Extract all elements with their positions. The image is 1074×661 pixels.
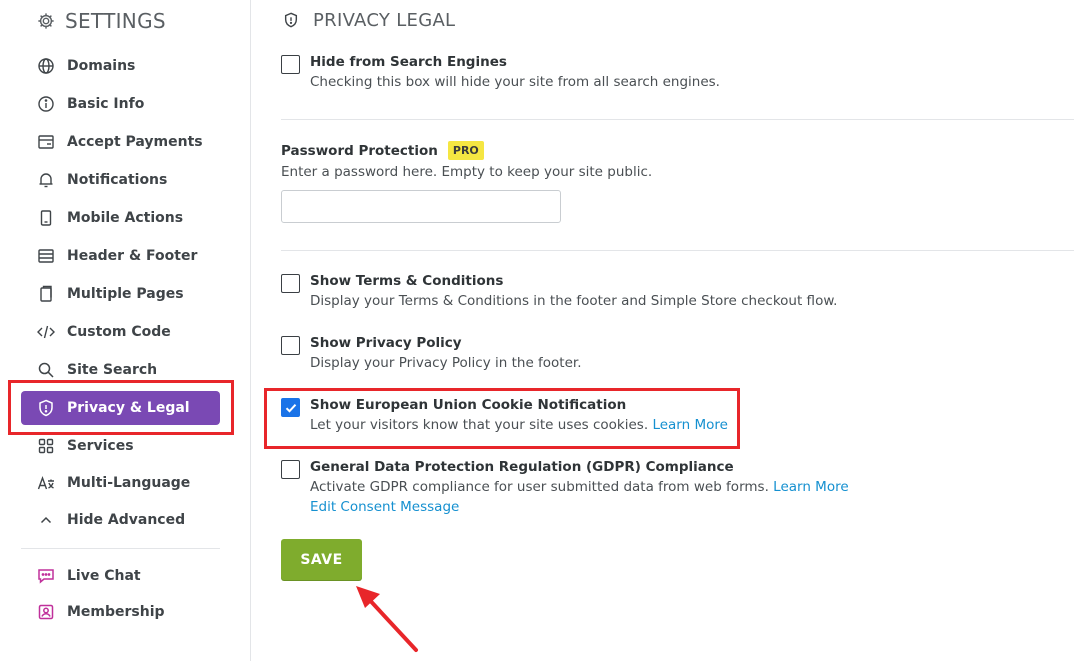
sidebar-item-label: Accept Payments bbox=[67, 134, 203, 150]
search-icon bbox=[37, 361, 55, 379]
gdpr-desc: Activate GDPR compliance for user submit… bbox=[310, 479, 769, 495]
red-arrow-annotation bbox=[356, 586, 418, 652]
gdpr-checkbox[interactable] bbox=[281, 460, 300, 479]
privacy-policy-setting: Show Privacy Policy Display your Privacy… bbox=[281, 335, 582, 371]
hide-search-title: Hide from Search Engines bbox=[310, 54, 507, 70]
gdpr-setting: General Data Protection Regulation (GDPR… bbox=[281, 459, 849, 515]
terms-desc: Display your Terms & Conditions in the f… bbox=[310, 293, 838, 309]
chat-icon bbox=[37, 567, 55, 585]
sidebar-item-multiple-pages[interactable]: Multiple Pages bbox=[21, 277, 220, 311]
gdpr-learn-more-link[interactable]: Learn More bbox=[773, 479, 849, 495]
sidebar-item-multi-language[interactable]: Multi-Language bbox=[21, 466, 220, 500]
sidebar-item-membership[interactable]: Membership bbox=[21, 595, 220, 629]
sidebar-item-label: Services bbox=[67, 438, 134, 454]
sidebar-item-label: Custom Code bbox=[67, 324, 171, 340]
layout-icon bbox=[37, 247, 55, 265]
info-icon bbox=[37, 95, 55, 113]
sidebar-divider bbox=[21, 548, 220, 549]
pro-badge: PRO bbox=[447, 141, 484, 160]
privacy-policy-desc: Display your Privacy Policy in the foote… bbox=[310, 355, 582, 371]
sidebar-item-label: Domains bbox=[67, 58, 136, 74]
membership-icon bbox=[37, 603, 55, 621]
settings-header: SETTINGS bbox=[37, 8, 166, 34]
settings-title: SETTINGS bbox=[65, 9, 166, 33]
terms-title: Show Terms & Conditions bbox=[310, 273, 504, 289]
edit-consent-message-link[interactable]: Edit Consent Message bbox=[310, 499, 849, 515]
sidebar-item-label: Header & Footer bbox=[67, 248, 198, 264]
sidebar-item-label: Site Search bbox=[67, 362, 158, 378]
eu-cookie-highlight-box bbox=[264, 388, 740, 449]
sidebar-item-label: Basic Info bbox=[67, 96, 145, 112]
section-divider bbox=[281, 250, 1074, 251]
sidebar-item-label: Membership bbox=[67, 604, 165, 620]
sidebar-item-accept-payments[interactable]: Accept Payments bbox=[21, 125, 220, 159]
sidebar-item-domains[interactable]: Domains bbox=[21, 49, 220, 83]
sidebar-item-mobile-actions[interactable]: Mobile Actions bbox=[21, 201, 220, 235]
hide-search-desc: Checking this box will hide your site fr… bbox=[310, 74, 720, 90]
card-icon bbox=[37, 133, 55, 151]
section-divider bbox=[281, 119, 1074, 120]
sidebar-item-label: Live Chat bbox=[67, 568, 141, 584]
sidebar-item-label: Notifications bbox=[67, 172, 168, 188]
sidebar-item-label: Multiple Pages bbox=[67, 286, 184, 302]
password-input[interactable] bbox=[281, 190, 561, 223]
sidebar-item-notifications[interactable]: Notifications bbox=[21, 163, 220, 197]
sidebar-item-hide-advanced[interactable]: Hide Advanced bbox=[21, 503, 220, 537]
gear-icon bbox=[37, 12, 55, 30]
sidebar-item-custom-code[interactable]: Custom Code bbox=[21, 315, 220, 349]
password-title: Password Protection bbox=[281, 142, 438, 159]
privacy-legal-highlight-box bbox=[8, 380, 234, 435]
sidebar-item-label: Multi-Language bbox=[67, 475, 191, 491]
privacy-policy-checkbox[interactable] bbox=[281, 336, 300, 355]
translate-icon bbox=[37, 474, 55, 492]
terms-setting: Show Terms & Conditions Display your Ter… bbox=[281, 273, 837, 309]
terms-checkbox[interactable] bbox=[281, 274, 300, 293]
sidebar-item-header-footer[interactable]: Header & Footer bbox=[21, 239, 220, 273]
chevron-up-icon bbox=[37, 511, 55, 529]
globe-icon bbox=[37, 57, 55, 75]
gdpr-desc-line: Activate GDPR compliance for user submit… bbox=[310, 479, 849, 495]
mobile-icon bbox=[37, 209, 55, 227]
hide-search-checkbox[interactable] bbox=[281, 55, 300, 74]
pages-icon bbox=[37, 285, 55, 303]
sidebar-item-basic-info[interactable]: Basic Info bbox=[21, 87, 220, 121]
save-button[interactable]: SAVE bbox=[281, 539, 362, 580]
password-protection-label: Password Protection PRO bbox=[281, 141, 484, 160]
code-icon bbox=[37, 323, 55, 341]
shield-icon bbox=[283, 12, 299, 28]
grid-icon bbox=[37, 437, 55, 455]
sidebar-item-live-chat[interactable]: Live Chat bbox=[21, 559, 220, 593]
bell-icon bbox=[37, 171, 55, 189]
password-desc: Enter a password here. Empty to keep you… bbox=[281, 164, 653, 180]
sidebar-item-label: Hide Advanced bbox=[67, 512, 186, 528]
sidebar-item-label: Mobile Actions bbox=[67, 210, 184, 226]
privacy-policy-title: Show Privacy Policy bbox=[310, 335, 462, 351]
page-title: PRIVACY LEGAL bbox=[313, 9, 456, 31]
page-header: PRIVACY LEGAL bbox=[283, 8, 455, 32]
settings-sidebar: SETTINGS Domains Basic Info Accept Payme… bbox=[0, 0, 251, 661]
hide-search-setting: Hide from Search Engines Checking this b… bbox=[281, 54, 720, 90]
gdpr-title: General Data Protection Regulation (GDPR… bbox=[310, 459, 734, 475]
